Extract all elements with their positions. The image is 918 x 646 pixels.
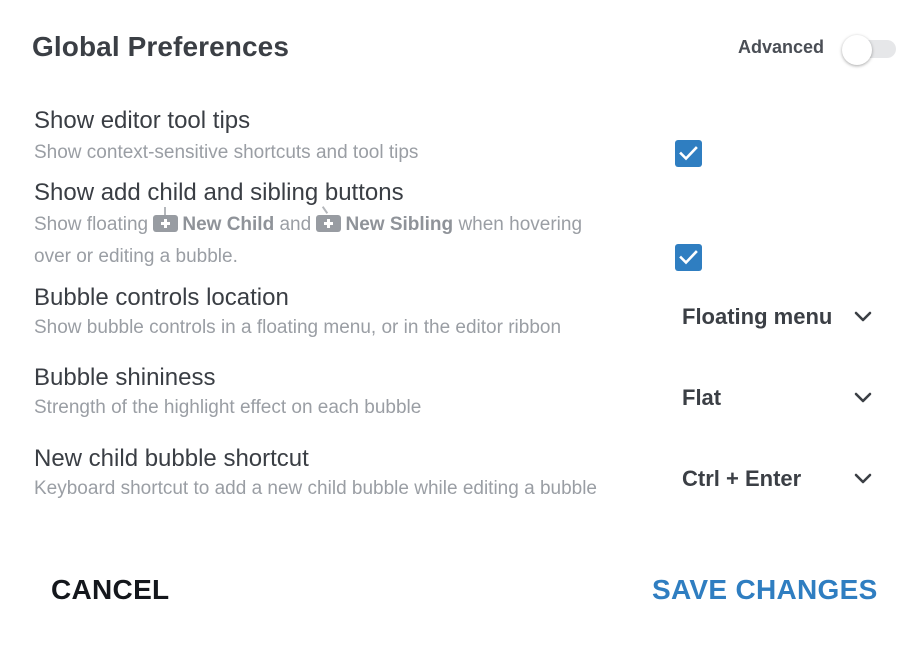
setting-description: Show floating New Child and New Sibling … — [34, 206, 583, 241]
chevron-down-icon — [854, 473, 872, 484]
select-value: Floating menu — [682, 304, 833, 329]
chevron-down-icon — [854, 392, 872, 403]
setting-tooltips: Show editor tool tips Show context-sensi… — [34, 107, 418, 169]
chevron-down-icon — [854, 311, 872, 322]
controls-location-select[interactable]: Floating menu — [682, 302, 872, 332]
new-child-label: New Child — [182, 214, 275, 235]
setting-title: Bubble shininess — [34, 364, 216, 391]
setting-description: Show context-sensitive shortcuts and too… — [34, 142, 419, 163]
setting-child-shortcut: New child bubble shortcut Keyboard short… — [34, 445, 597, 505]
cancel-button[interactable]: CANCEL — [51, 574, 169, 606]
tooltips-checkbox[interactable] — [675, 140, 702, 167]
global-preferences-dialog: Global Preferences Advanced Show editor … — [0, 0, 918, 646]
desc-text: and — [279, 214, 312, 235]
child-shortcut-select[interactable]: Ctrl + Enter — [682, 464, 872, 494]
desc-text: Show floating — [34, 214, 149, 235]
add-child-icon — [153, 207, 179, 232]
checkmark-icon — [679, 146, 698, 161]
checkmark-icon — [679, 250, 698, 265]
add-sibling-icon — [316, 206, 342, 232]
setting-title: New child bubble shortcut — [34, 445, 309, 472]
toggle-knob — [842, 35, 872, 65]
advanced-toggle[interactable] — [842, 35, 896, 65]
new-sibling-label: New Sibling — [345, 214, 454, 235]
advanced-label: Advanced — [738, 37, 825, 57]
select-value: Ctrl + Enter — [682, 466, 802, 491]
setting-description: Strength of the highlight effect on each… — [34, 397, 422, 418]
add-buttons-checkbox[interactable] — [675, 244, 702, 271]
shininess-select[interactable]: Flat — [682, 383, 872, 413]
setting-title: Show add child and sibling buttons — [34, 179, 404, 206]
setting-description: Keyboard shortcut to add a new child bub… — [34, 478, 597, 499]
desc-text: when hovering — [458, 214, 583, 235]
setting-add-buttons: Show add child and sibling buttons Show … — [34, 179, 582, 273]
setting-shininess: Bubble shininess Strength of the highlig… — [34, 364, 421, 424]
setting-title: Bubble controls location — [34, 284, 289, 311]
setting-description-line2: over or editing a bubble. — [34, 246, 238, 267]
save-changes-button[interactable]: SAVE CHANGES — [652, 574, 878, 606]
select-value: Flat — [682, 385, 722, 410]
setting-description: Show bubble controls in a floating menu,… — [34, 317, 562, 338]
setting-title: Show editor tool tips — [34, 107, 251, 134]
setting-controls-location: Bubble controls location Show bubble con… — [34, 284, 561, 344]
dialog-title: Global Preferences — [32, 31, 290, 62]
